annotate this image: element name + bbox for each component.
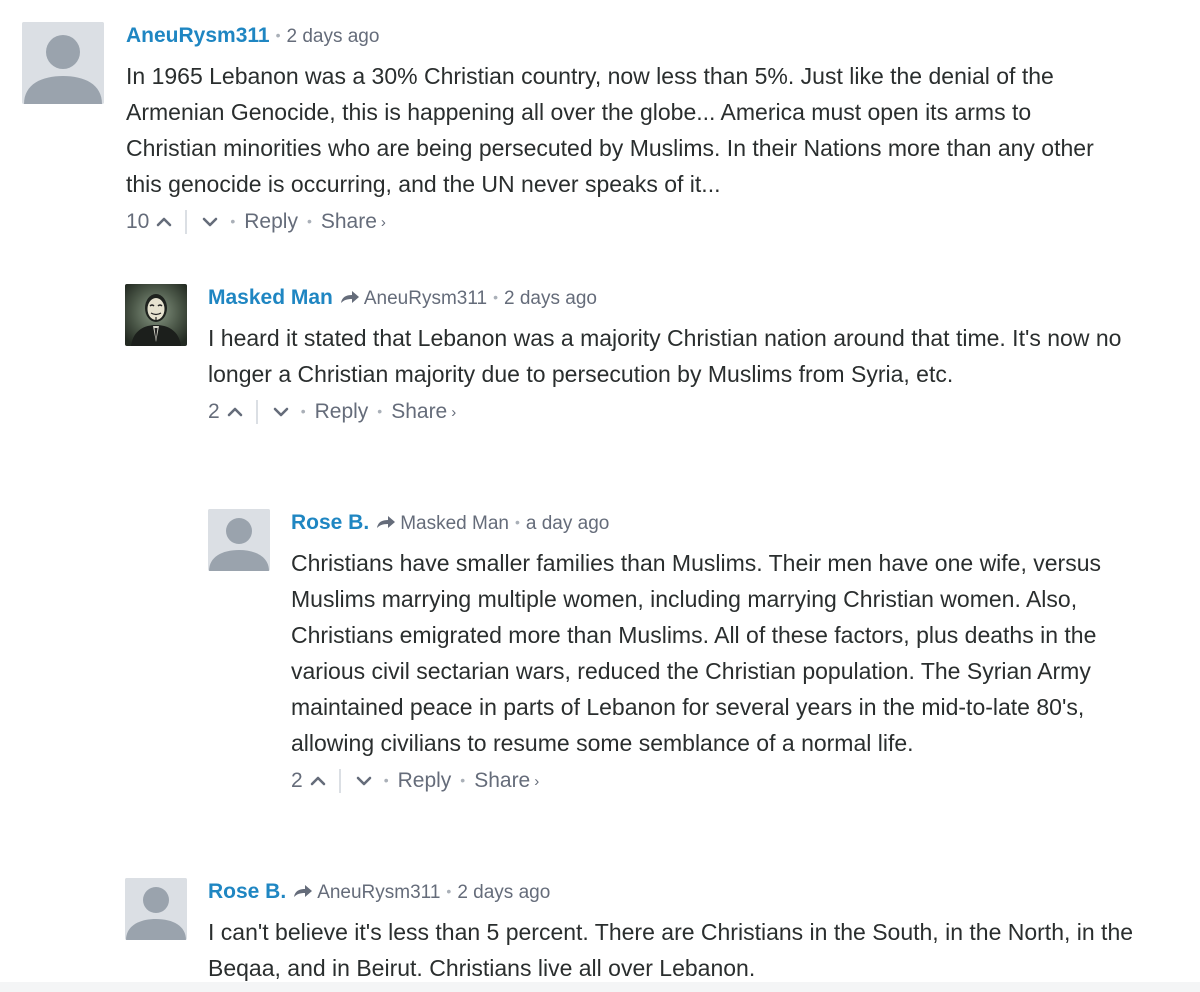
parent-author-link[interactable]: Masked Man (400, 513, 509, 535)
comment-author[interactable]: Rose B. (208, 880, 286, 904)
upvote-button[interactable] (224, 400, 246, 424)
vote-count: 2 (291, 769, 303, 792)
masked-man-avatar-icon (125, 284, 187, 346)
chevron-down-icon (203, 217, 218, 227)
user-placeholder-icon (22, 22, 104, 104)
share-label: Share (474, 769, 531, 792)
chevron-down-icon (273, 407, 288, 417)
upvote-button[interactable] (153, 210, 175, 234)
share-chevron-icon: › (534, 773, 540, 790)
comment-footer: 10 • Reply • Share › (126, 205, 1126, 239)
comment-footer: 2 • Reply • Share › (291, 764, 1171, 798)
footer-separator: • (230, 213, 236, 229)
footer-separator: • (377, 403, 383, 419)
reply-button[interactable]: Reply (398, 769, 452, 793)
parent-author-link[interactable]: AneuRysm311 (317, 882, 440, 904)
comment-header: Rose B. Masked Man • a day ago (291, 511, 1171, 539)
downvote-button[interactable] (353, 769, 375, 793)
comment-text: In 1965 Lebanon was a 30% Christian coun… (126, 63, 1094, 197)
comment-header: Rose B. AneuRysm311 • 2 days ago (208, 880, 1168, 908)
chevron-up-icon (157, 217, 172, 227)
reply-button[interactable]: Reply (244, 210, 298, 234)
bottom-edge (0, 982, 1200, 992)
share-button[interactable]: Share › (391, 400, 456, 424)
user-placeholder-icon (125, 878, 187, 940)
meta-separator: • (493, 289, 498, 305)
comment-timestamp[interactable]: 2 days ago (504, 288, 597, 310)
comment-text: Christians have smaller families than Mu… (291, 550, 1101, 756)
comment-author[interactable]: Rose B. (291, 511, 369, 535)
avatar[interactable] (125, 284, 187, 346)
comment-header: AneuRysm311 • 2 days ago (126, 24, 1126, 52)
reply-arrow-icon (375, 514, 397, 530)
comment-author[interactable]: Masked Man (208, 286, 333, 310)
downvote-button[interactable] (199, 210, 221, 234)
comment-text: I can't believe it's less than 5 percent… (208, 919, 1134, 981)
comment-header: Masked Man AneuRysm311 • 2 days ago (208, 286, 1168, 314)
parent-author-link[interactable]: AneuRysm311 (364, 288, 487, 310)
avatar[interactable] (22, 22, 104, 104)
downvote-button[interactable] (270, 400, 292, 424)
comment-footer: 2 • Reply • Share › (208, 395, 1168, 429)
share-chevron-icon: › (380, 214, 386, 231)
share-button[interactable]: Share › (321, 210, 386, 234)
reply-arrow-icon (339, 289, 361, 305)
footer-separator: • (383, 772, 389, 788)
share-label: Share (320, 210, 377, 233)
chevron-up-icon (227, 407, 242, 417)
footer-separator: • (306, 213, 312, 229)
vote-divider (338, 769, 341, 793)
comment-author[interactable]: AneuRysm311 (126, 24, 270, 48)
share-button[interactable]: Share › (474, 769, 539, 793)
share-label: Share (391, 400, 448, 423)
footer-separator: • (460, 772, 466, 788)
vote-count: 2 (208, 400, 220, 423)
comment-timestamp[interactable]: 2 days ago (457, 882, 550, 904)
upvote-button[interactable] (307, 769, 329, 793)
comment-timestamp[interactable]: 2 days ago (286, 26, 379, 48)
chevron-down-icon (356, 776, 371, 786)
footer-separator: • (300, 403, 306, 419)
comment-timestamp[interactable]: a day ago (526, 513, 609, 535)
share-chevron-icon: › (451, 404, 457, 421)
vote-divider (255, 400, 258, 424)
avatar[interactable] (125, 878, 187, 940)
meta-separator: • (275, 27, 281, 43)
meta-separator: • (514, 514, 520, 530)
user-placeholder-icon (208, 509, 270, 571)
reply-arrow-icon (292, 883, 314, 899)
vote-divider (185, 210, 188, 234)
meta-separator: • (446, 883, 452, 899)
vote-count: 10 (126, 210, 150, 233)
chevron-up-icon (310, 776, 325, 786)
avatar[interactable] (208, 509, 270, 571)
reply-button[interactable]: Reply (315, 400, 369, 424)
comment-text: I heard it stated that Lebanon was a maj… (208, 325, 1122, 387)
